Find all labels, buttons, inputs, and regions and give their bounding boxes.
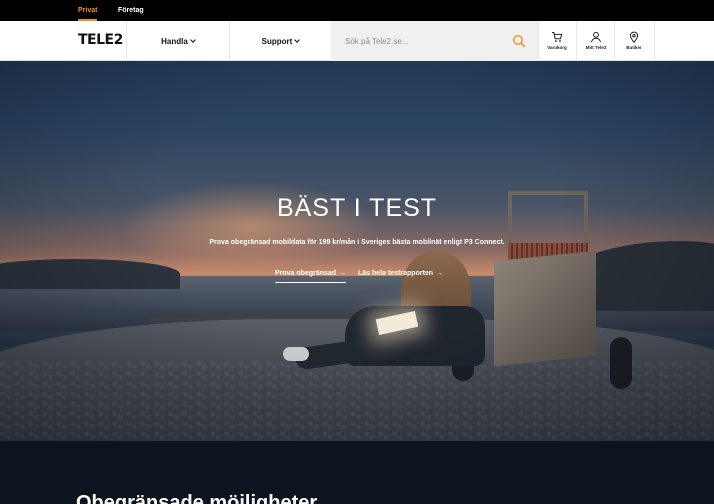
try-unlimited-label: Prova obegränsad <box>275 270 337 277</box>
main-header: TELE2 Handla Support Varukorg Mitt Tele2 <box>0 21 714 61</box>
nav-handla-label: Handla <box>161 36 188 46</box>
hero-banner <box>0 61 714 441</box>
content-section: Obegränsade möjligheter <box>0 441 714 504</box>
read-test-report-label: Läs hela testrapporten <box>358 270 434 277</box>
my-tele2-label: Mitt Tele2 <box>585 45 607 50</box>
segment-privat-link[interactable]: Privat <box>78 0 98 21</box>
nav-handla[interactable]: Handla <box>127 21 229 61</box>
tele2-logo[interactable]: TELE2 <box>78 32 123 48</box>
search-input[interactable] <box>331 21 511 61</box>
section-title: Obegränsade möjligheter <box>76 492 318 504</box>
hero-subtitle: Prova obegränsad mobildata för 199 kr/må… <box>209 239 505 246</box>
vignette <box>0 61 714 441</box>
read-test-report-link[interactable]: Läs hela testrapporten → <box>358 270 443 277</box>
hero-title: BÄST I TEST <box>276 194 438 222</box>
search-box <box>331 21 538 61</box>
nav-support[interactable]: Support <box>230 21 331 61</box>
header-divider <box>654 21 655 61</box>
segment-bar: Privat Företag <box>0 0 714 21</box>
search-icon[interactable] <box>512 34 526 48</box>
cart-label: Varukorg <box>547 45 567 50</box>
stores-button[interactable]: Butiker <box>615 21 653 61</box>
chevron-down-icon <box>189 36 196 43</box>
arrow-right-icon: → <box>339 270 347 277</box>
chevron-down-icon <box>294 36 301 43</box>
my-tele2-button[interactable]: Mitt Tele2 <box>577 21 615 61</box>
arrow-right-icon: → <box>436 270 444 277</box>
stores-label: Butiker <box>626 45 642 50</box>
cart-button[interactable]: Varukorg <box>538 21 576 61</box>
cart-icon <box>552 32 563 42</box>
try-unlimited-link[interactable]: Prova obegränsad → <box>275 270 347 283</box>
segment-foretag-link[interactable]: Företag <box>118 0 144 21</box>
user-icon <box>591 31 601 43</box>
location-pin-icon <box>629 31 639 43</box>
nav-support-label: Support <box>261 36 293 46</box>
